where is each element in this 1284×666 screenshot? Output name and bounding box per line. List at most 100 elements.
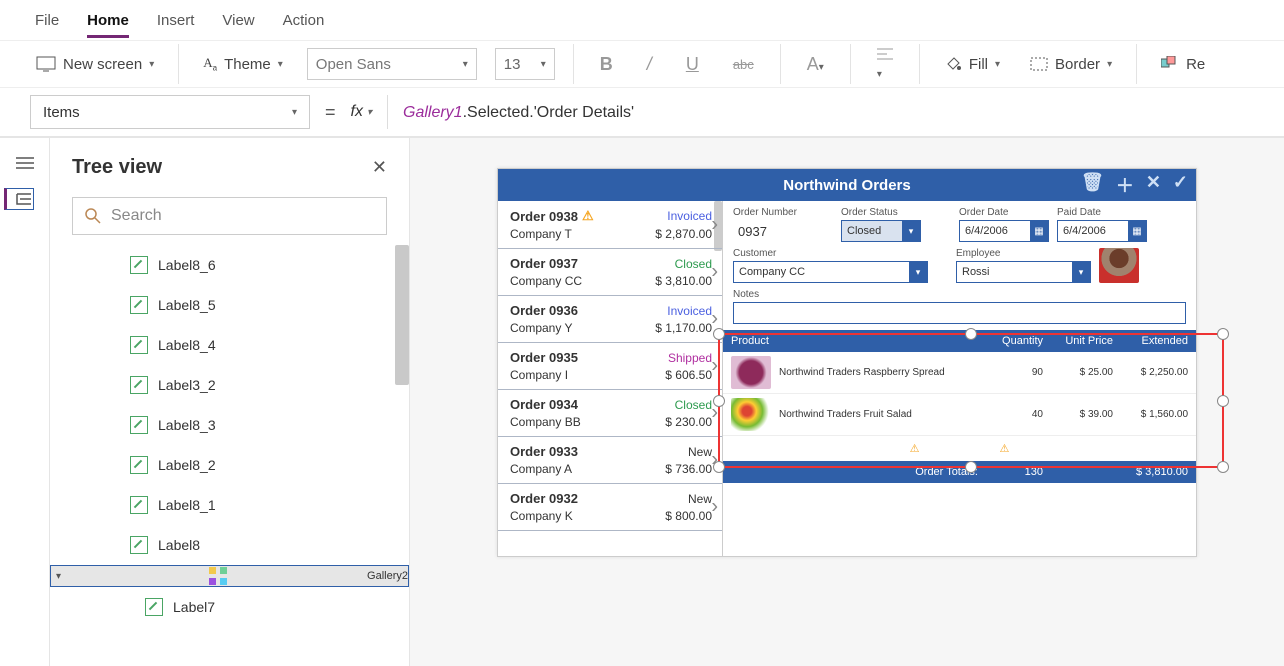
font-family-value: Open Sans <box>316 56 391 73</box>
formula-input[interactable]: Gallery1.Selected.'Order Details' <box>403 102 634 122</box>
cancel-icon[interactable]: ✕ <box>1146 172 1161 198</box>
resize-handle[interactable] <box>965 328 977 340</box>
order-status-select[interactable]: Closed▾ <box>841 220 921 242</box>
align-button[interactable]: ▾ <box>869 47 901 82</box>
expander-icon[interactable]: ▾ <box>56 571 66 582</box>
resize-handle[interactable] <box>713 461 725 473</box>
fill-icon <box>944 55 962 73</box>
app-title: Northwind Orders <box>783 177 911 194</box>
order-row[interactable]: Order 0934ClosedCompany BB$ 230.00› <box>498 390 722 437</box>
font-size-select[interactable]: 13 ▾ <box>495 48 555 80</box>
label-icon <box>130 416 148 434</box>
order-row[interactable]: Order 0932NewCompany K$ 800.00› <box>498 484 722 531</box>
tree-view-icon[interactable] <box>4 188 34 210</box>
tree-item-label7[interactable]: Label7 <box>50 587 409 627</box>
tree-item-label3_2[interactable]: Label3_2 <box>50 365 409 405</box>
customer-label: Customer <box>733 248 928 259</box>
order-row[interactable]: Order 0938 ⚠InvoicedCompany T$ 2,870.00› <box>498 201 722 249</box>
menu-home[interactable]: Home <box>87 12 129 38</box>
theme-button[interactable]: Aa Theme ▾ <box>197 51 289 77</box>
menu-action[interactable]: Action <box>283 12 325 29</box>
tree-item-label: Label8_2 <box>158 457 216 473</box>
resize-handle[interactable] <box>1217 328 1229 340</box>
chevron-right-icon: › <box>711 308 718 331</box>
confirm-icon[interactable]: ✓ <box>1173 172 1188 198</box>
close-icon[interactable]: ✕ <box>372 157 387 178</box>
italic-button[interactable]: / <box>639 54 660 75</box>
border-button[interactable]: Border ▾ <box>1024 52 1118 77</box>
formula-rest: .Selected.'Order Details' <box>463 104 635 121</box>
tree-item-label: Label8_4 <box>158 337 216 353</box>
tree-item-label: Label8 <box>158 537 200 553</box>
menu-file[interactable]: File <box>35 12 59 29</box>
resize-handle[interactable] <box>1217 395 1229 407</box>
search-placeholder: Search <box>111 207 162 225</box>
order-number-field[interactable]: 0937 <box>733 220 833 242</box>
chevron-right-icon: › <box>711 355 718 378</box>
scrollbar-thumb[interactable] <box>395 245 409 385</box>
tree-item-label8_1[interactable]: Label8_1 <box>50 485 409 525</box>
left-rail <box>0 138 50 666</box>
order-list[interactable]: Order 0938 ⚠InvoicedCompany T$ 2,870.00›… <box>498 201 723 556</box>
tree-item-label8_3[interactable]: Label8_3 <box>50 405 409 445</box>
menu-insert[interactable]: Insert <box>157 12 195 29</box>
font-color-button[interactable]: A▾ <box>799 54 832 75</box>
app-preview: Northwind Orders 🗑 ＋ ✕ ✓ Order 0938 ⚠Inv… <box>497 168 1197 557</box>
add-icon[interactable]: ＋ <box>1116 172 1134 198</box>
order-row[interactable]: Order 0937ClosedCompany CC$ 3,810.00› <box>498 249 722 296</box>
chevron-down-icon: ▾ <box>292 107 297 118</box>
fill-label: Fill <box>969 56 988 73</box>
tree-item-label8_5[interactable]: Label8_5 <box>50 285 409 325</box>
new-screen-button[interactable]: New screen ▾ <box>30 52 160 77</box>
resize-handle[interactable] <box>713 328 725 340</box>
search-input[interactable]: Search <box>72 197 387 235</box>
chevron-down-icon: ▾ <box>995 59 1000 70</box>
tree-item-label: Gallery2 <box>367 570 408 582</box>
fill-button[interactable]: Fill ▾ <box>938 51 1006 77</box>
order-row[interactable]: Order 0936InvoicedCompany Y$ 1,170.00› <box>498 296 722 343</box>
customer-select[interactable]: Company CC▾ <box>733 261 928 283</box>
paid-date-field[interactable]: 6/4/2006▦ <box>1057 220 1147 242</box>
trash-icon[interactable]: 🗑 <box>1081 172 1104 198</box>
hamburger-icon[interactable] <box>16 156 34 170</box>
chevron-down-icon: ▾ <box>149 59 154 70</box>
tree-item-label8[interactable]: Label8 <box>50 525 409 565</box>
menu-view[interactable]: View <box>222 12 254 29</box>
order-row[interactable]: Order 0933NewCompany A$ 736.00› <box>498 437 722 484</box>
tree-item-label: Label8_6 <box>158 257 216 273</box>
chevron-down-icon: ▾ <box>902 221 920 241</box>
property-selector[interactable]: Items ▾ <box>30 95 310 129</box>
label-icon <box>130 296 148 314</box>
tree-item-label8_2[interactable]: Label8_2 <box>50 445 409 485</box>
resize-handle[interactable] <box>713 395 725 407</box>
chevron-down-icon: ▾ <box>1072 262 1090 282</box>
main-area: Tree view ✕ Search Label8_6Label8_5Label… <box>0 138 1284 666</box>
gallery-icon <box>209 567 227 585</box>
reorder-icon <box>1161 56 1179 72</box>
fx-button[interactable]: fx▾ <box>351 103 372 121</box>
chevron-down-icon: ▾ <box>463 59 468 70</box>
theme-icon: Aa <box>203 55 217 73</box>
reorder-button[interactable]: Re <box>1155 52 1211 77</box>
reorder-label: Re <box>1186 56 1205 73</box>
tree-item-gallery2[interactable]: ▾ Gallery2 <box>50 565 409 587</box>
gallery-selection[interactable] <box>718 333 1224 468</box>
resize-handle[interactable] <box>965 461 977 473</box>
order-date-field[interactable]: 6/4/2006▦ <box>959 220 1049 242</box>
tree-item-label8_6[interactable]: Label8_6 <box>50 245 409 285</box>
strike-button[interactable]: abc <box>725 57 762 72</box>
notes-field[interactable] <box>733 302 1186 324</box>
employee-select[interactable]: Rossi▾ <box>956 261 1091 283</box>
font-family-select[interactable]: Open Sans ▾ <box>307 48 477 80</box>
font-size-value: 13 <box>504 56 521 73</box>
order-row[interactable]: Order 0935ShippedCompany I$ 606.50› <box>498 343 722 390</box>
resize-handle[interactable] <box>1217 461 1229 473</box>
canvas[interactable]: Northwind Orders 🗑 ＋ ✕ ✓ Order 0938 ⚠Inv… <box>410 138 1284 666</box>
underline-button[interactable]: U <box>678 54 707 75</box>
bold-button[interactable]: B <box>592 54 621 75</box>
order-status-label: Order Status <box>841 207 921 218</box>
tree-list[interactable]: Label8_6 Label8_5 Label8_4 Label3_2Label8_3… <box>50 245 409 666</box>
tree-item-label: Label7 <box>173 599 215 615</box>
calendar-icon: ▦ <box>1128 221 1146 241</box>
tree-item-label8_4[interactable]: Label8_4 <box>50 325 409 365</box>
